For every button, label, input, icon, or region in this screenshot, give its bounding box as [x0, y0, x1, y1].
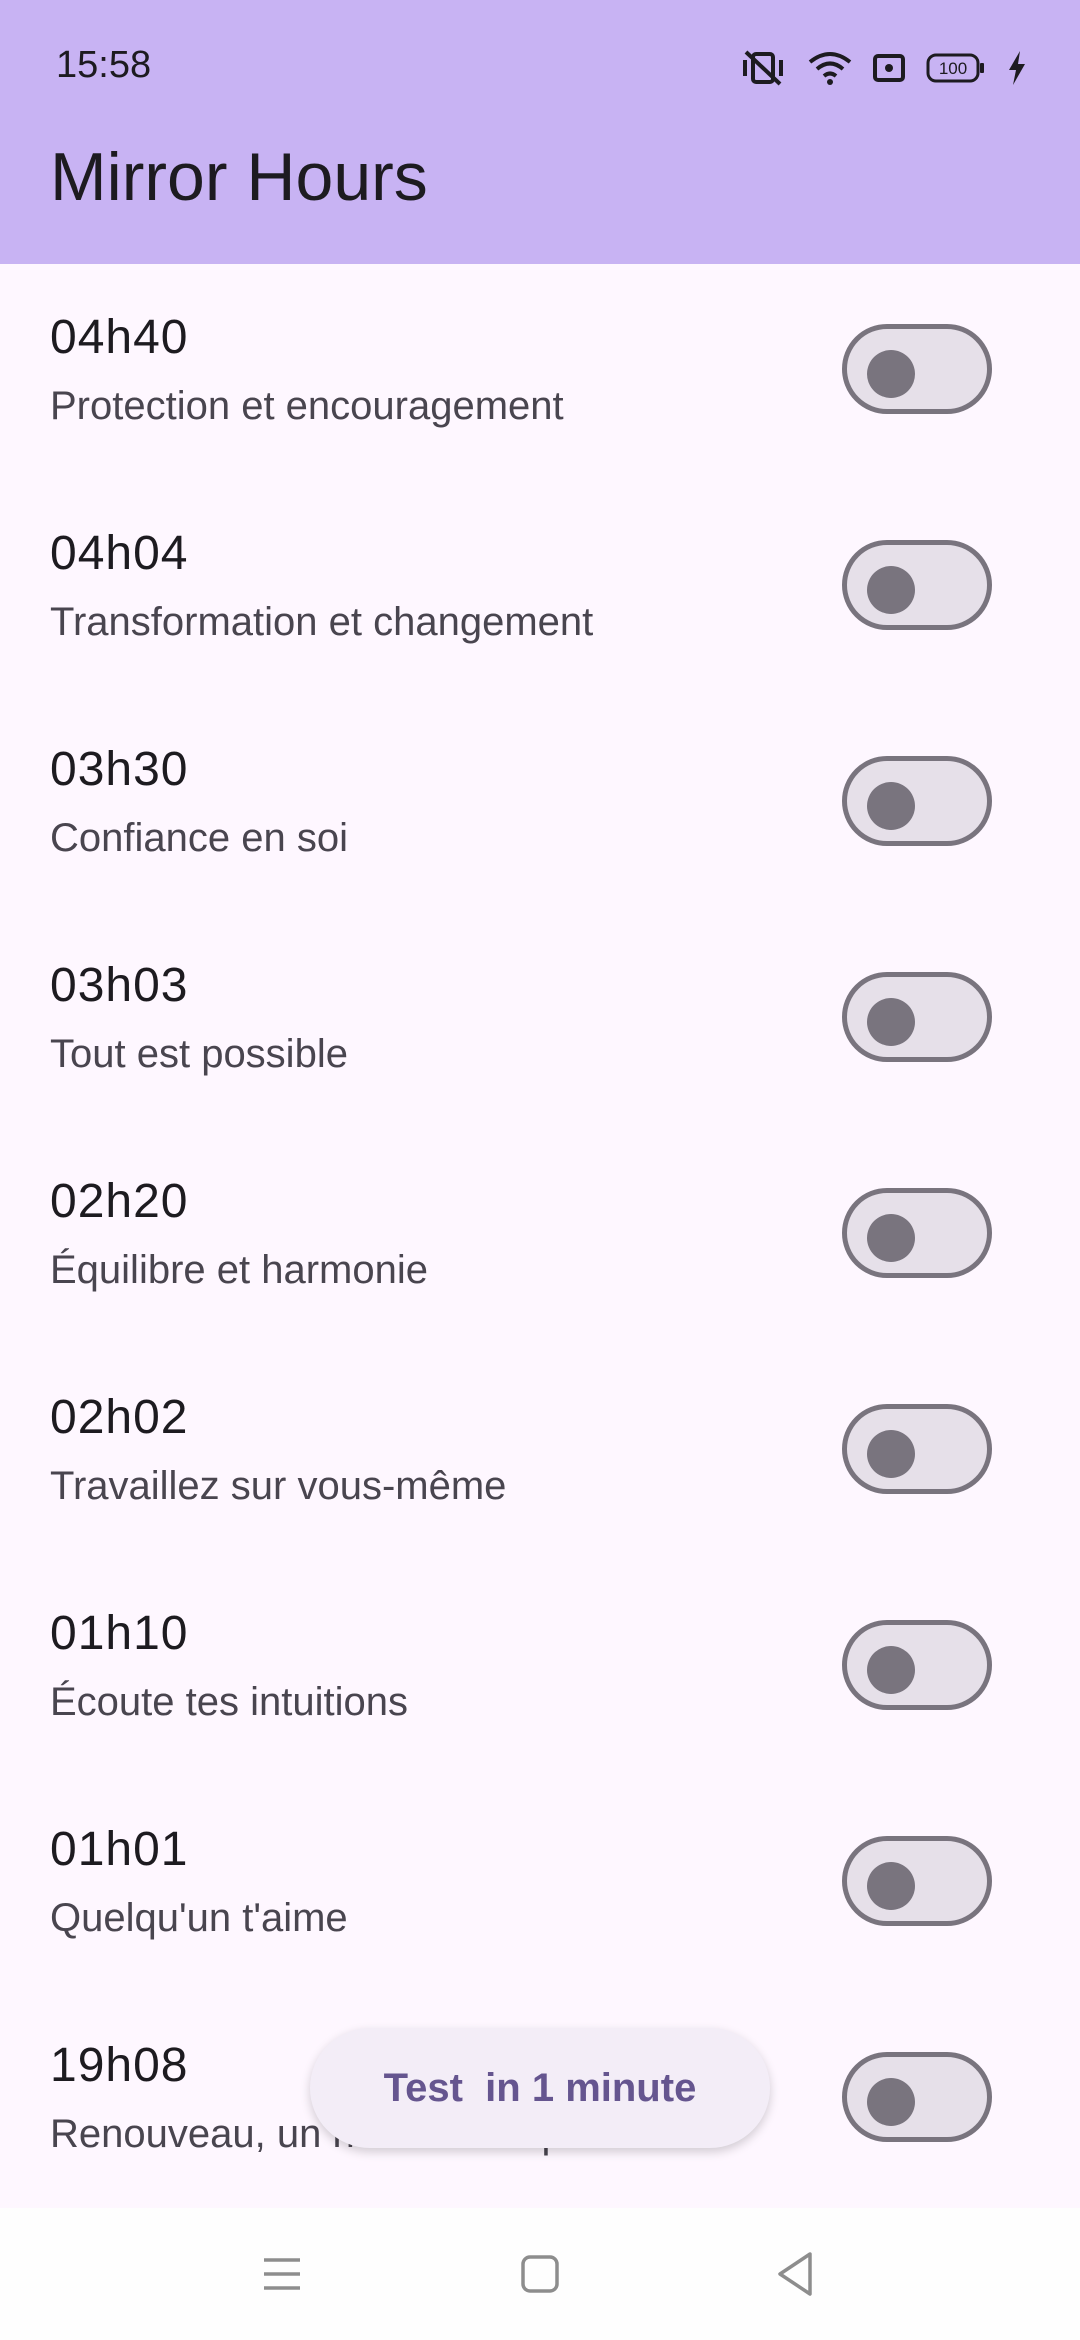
hour-time: 03h03: [50, 959, 189, 1012]
switch-knob: [867, 998, 915, 1046]
hour-toggle-switch[interactable]: [842, 756, 992, 846]
list-item[interactable]: 04h04 Transformation et changement: [0, 480, 1080, 696]
switch-knob: [867, 350, 915, 398]
hour-meaning: Quelqu'un t'aime: [50, 1896, 348, 1940]
list-item[interactable]: 02h02 Travaillez sur vous-même: [0, 1344, 1080, 1560]
hour-meaning: Travaillez sur vous-même: [50, 1464, 507, 1508]
switch-knob: [867, 566, 915, 614]
app-bar: 15:58 100 Mirror Hours: [0, 0, 1080, 264]
hour-time: 01h10: [50, 1607, 189, 1660]
page-title: Mirror Hours: [50, 139, 428, 215]
hour-time: 19h08: [50, 2039, 189, 2092]
hour-time: 03h30: [50, 743, 189, 796]
hour-toggle-switch[interactable]: [842, 324, 992, 414]
list-item[interactable]: 02h20 Équilibre et harmonie: [0, 1128, 1080, 1344]
hour-toggle-switch[interactable]: [842, 1404, 992, 1494]
status-icons: 100: [738, 44, 1028, 92]
battery-icon: 100: [926, 52, 986, 84]
hour-meaning: Transformation et changement: [50, 600, 594, 644]
switch-knob: [867, 1430, 915, 1478]
hour-toggle-switch[interactable]: [842, 540, 992, 630]
home-icon[interactable]: [510, 2244, 570, 2309]
wifi-icon: [808, 48, 852, 88]
switch-knob: [867, 1862, 915, 1910]
battery-level: 100: [939, 59, 967, 78]
list-item[interactable]: 01h01 Quelqu'un t'aime: [0, 1776, 1080, 1992]
hour-time: 01h01: [50, 1823, 189, 1876]
hour-toggle-switch[interactable]: [842, 1620, 992, 1710]
back-icon[interactable]: [766, 2244, 826, 2309]
hour-toggle-switch[interactable]: [842, 1836, 992, 1926]
switch-knob: [867, 1214, 915, 1262]
mirror-hours-list[interactable]: 04h40 Protection et encouragement 04h04 …: [0, 264, 1080, 2208]
hour-toggle-switch[interactable]: [842, 972, 992, 1062]
hour-meaning: Confiance en soi: [50, 816, 348, 860]
hour-meaning: Équilibre et harmonie: [50, 1248, 428, 1292]
vibrate-icon: [738, 48, 788, 88]
hour-meaning: Protection et encouragement: [50, 384, 564, 428]
switch-knob: [867, 2078, 915, 2126]
charging-icon: [1006, 50, 1028, 86]
list-item[interactable]: 04h40 Protection et encouragement: [0, 264, 1080, 480]
system-nav-bar: [0, 2208, 1080, 2340]
hour-toggle-switch[interactable]: [842, 2052, 992, 2142]
list-item[interactable]: 01h10 Écoute tes intuitions: [0, 1560, 1080, 1776]
hour-toggle-switch[interactable]: [842, 1188, 992, 1278]
switch-knob: [867, 1646, 915, 1694]
hour-time: 04h40: [50, 311, 189, 364]
status-time: 15:58: [56, 44, 152, 86]
hour-time: 02h20: [50, 1175, 189, 1228]
hour-time: 02h02: [50, 1391, 189, 1444]
menu-icon[interactable]: [252, 2244, 312, 2309]
screen-record-icon: [872, 51, 906, 85]
hour-meaning: Tout est possible: [50, 1032, 348, 1076]
list-item[interactable]: 03h30 Confiance en soi: [0, 696, 1080, 912]
toast-message: Test in 1 minute: [310, 2028, 770, 2148]
switch-knob: [867, 782, 915, 830]
list-item[interactable]: 03h03 Tout est possible: [0, 912, 1080, 1128]
hour-meaning: Écoute tes intuitions: [50, 1680, 408, 1724]
hour-time: 04h04: [50, 527, 189, 580]
